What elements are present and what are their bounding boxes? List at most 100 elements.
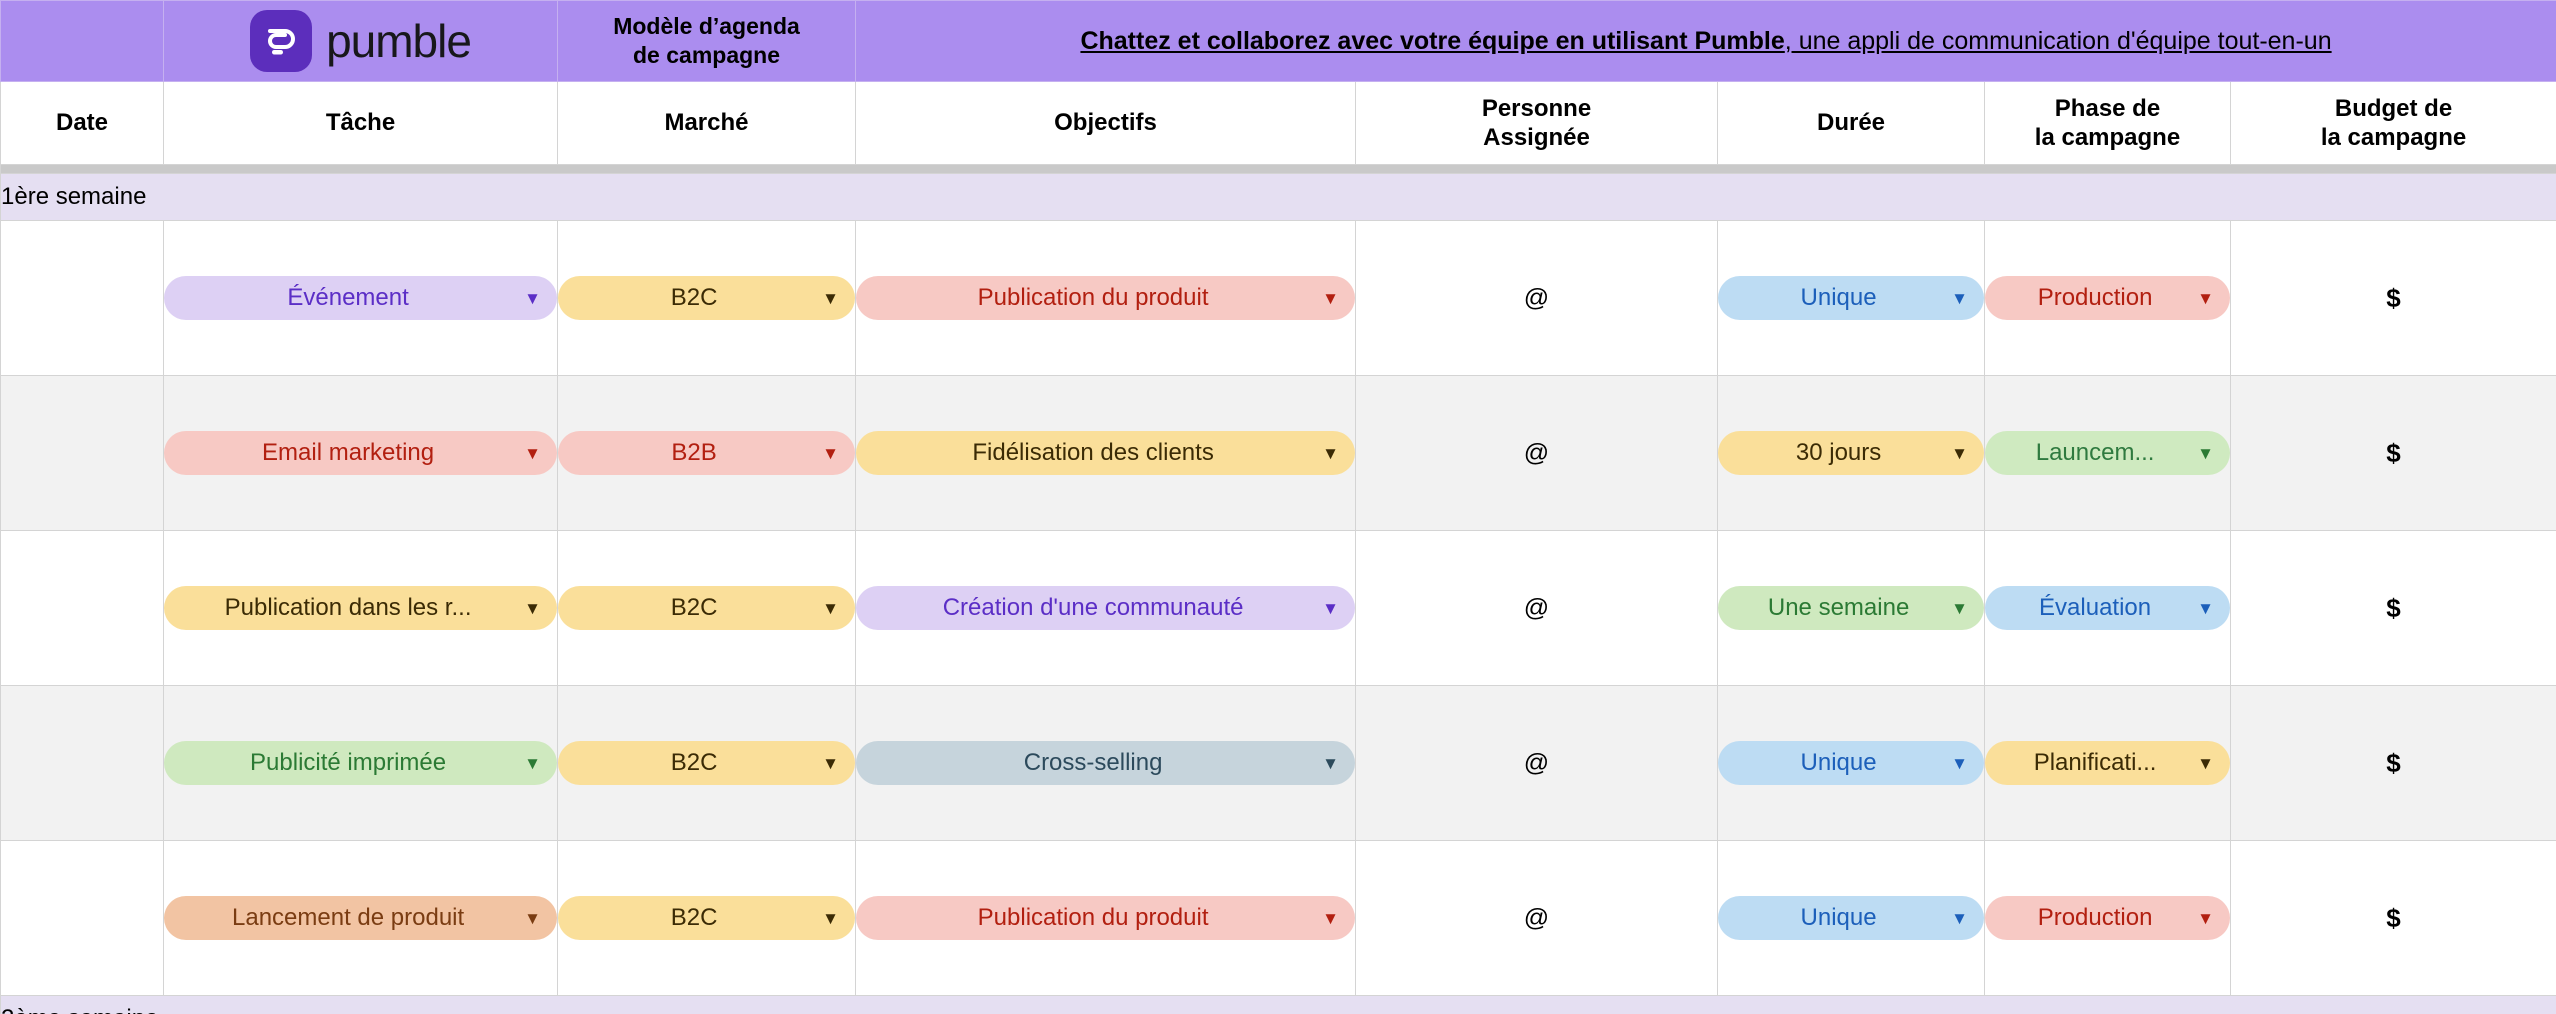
objective-cell[interactable]: Fidélisation des clients ▼ bbox=[855, 375, 1356, 531]
market-pill[interactable]: B2C ▼ bbox=[558, 276, 855, 320]
assignee-cell[interactable]: @ bbox=[1355, 685, 1718, 841]
table-row[interactable]: Publication dans les r... ▼ B2C ▼ Création d… bbox=[0, 530, 2556, 686]
table-row[interactable]: Lancement de produit ▼ B2C ▼ Publication du … bbox=[0, 840, 2556, 996]
market-pill[interactable]: B2C ▼ bbox=[558, 586, 855, 630]
objective-pill[interactable]: Publication du produit ▼ bbox=[856, 896, 1355, 940]
phase-pill[interactable]: Production ▼ bbox=[1985, 896, 2230, 940]
duration-pill[interactable]: 30 jours ▼ bbox=[1718, 431, 1984, 475]
table-row[interactable]: Événement ▼ B2C ▼ Publication du produit ▼ @ Un… bbox=[0, 220, 2556, 376]
market-pill[interactable]: B2C ▼ bbox=[558, 741, 855, 785]
column-header-3[interactable]: Marché bbox=[557, 81, 856, 165]
chevron-down-icon[interactable]: ▼ bbox=[1322, 600, 1339, 617]
duration-pill[interactable]: Unique ▼ bbox=[1718, 741, 1984, 785]
budget-cell[interactable]: $ bbox=[2229, 375, 2556, 531]
duration-cell[interactable]: 30 jours ▼ bbox=[1717, 375, 1985, 531]
objective-pill[interactable]: Publication du produit ▼ bbox=[856, 276, 1355, 320]
task-pill[interactable]: Publicité imprimée ▼ bbox=[164, 741, 557, 785]
date-cell[interactable] bbox=[0, 840, 164, 996]
budget-cell[interactable]: $ bbox=[2229, 685, 2556, 841]
duration-pill[interactable]: Une semaine ▼ bbox=[1718, 586, 1984, 630]
date-cell[interactable] bbox=[0, 220, 164, 376]
phase-cell[interactable]: Launcem... ▼ bbox=[1984, 375, 2231, 531]
objective-cell[interactable]: Cross-selling ▼ bbox=[855, 685, 1356, 841]
phase-cell[interactable]: Production ▼ bbox=[1984, 840, 2231, 996]
phase-pill[interactable]: Évaluation ▼ bbox=[1985, 586, 2230, 630]
assignee-cell[interactable]: @ bbox=[1355, 375, 1718, 531]
column-header-6[interactable]: Durée bbox=[1717, 81, 1985, 165]
budget-cell[interactable]: $ bbox=[2229, 840, 2556, 996]
chevron-down-icon[interactable]: ▼ bbox=[1951, 445, 1968, 462]
assignee-cell[interactable]: @ bbox=[1355, 840, 1718, 996]
table-row[interactable]: Publicité imprimée ▼ B2C ▼ Cross-selling ▼ @ Un… bbox=[0, 685, 2556, 841]
task-pill[interactable]: Lancement de produit ▼ bbox=[164, 896, 557, 940]
chevron-down-icon[interactable]: ▼ bbox=[2197, 755, 2214, 772]
task-pill[interactable]: Publication dans les r... ▼ bbox=[164, 586, 557, 630]
task-pill[interactable]: Événement ▼ bbox=[164, 276, 557, 320]
task-pill[interactable]: Email marketing ▼ bbox=[164, 431, 557, 475]
column-header-8[interactable]: Budget de la campagne bbox=[2229, 81, 2556, 165]
chevron-down-icon[interactable]: ▼ bbox=[524, 445, 541, 462]
budget-cell[interactable]: $ bbox=[2229, 220, 2556, 376]
market-cell[interactable]: B2C ▼ bbox=[557, 220, 856, 376]
market-cell[interactable]: B2C ▼ bbox=[557, 840, 856, 996]
chevron-down-icon[interactable]: ▼ bbox=[524, 600, 541, 617]
chevron-down-icon[interactable]: ▼ bbox=[822, 910, 839, 927]
phase-pill[interactable]: Launcem... ▼ bbox=[1985, 431, 2230, 475]
chevron-down-icon[interactable]: ▼ bbox=[1322, 910, 1339, 927]
chevron-down-icon[interactable]: ▼ bbox=[822, 755, 839, 772]
objective-cell[interactable]: Publication du produit ▼ bbox=[855, 220, 1356, 376]
chevron-down-icon[interactable]: ▼ bbox=[822, 290, 839, 307]
duration-pill[interactable]: Unique ▼ bbox=[1718, 276, 1984, 320]
objective-pill[interactable]: Cross-selling ▼ bbox=[856, 741, 1355, 785]
assignee-cell[interactable]: @ bbox=[1355, 530, 1718, 686]
chevron-down-icon[interactable]: ▼ bbox=[1951, 910, 1968, 927]
chevron-down-icon[interactable]: ▼ bbox=[1322, 290, 1339, 307]
column-header-2[interactable]: Tâche bbox=[163, 81, 558, 165]
chevron-down-icon[interactable]: ▼ bbox=[822, 445, 839, 462]
objective-cell[interactable]: Création d'une communauté ▼ bbox=[855, 530, 1356, 686]
market-pill[interactable]: B2C ▼ bbox=[558, 896, 855, 940]
chevron-down-icon[interactable]: ▼ bbox=[1951, 290, 1968, 307]
chevron-down-icon[interactable]: ▼ bbox=[2197, 445, 2214, 462]
chevron-down-icon[interactable]: ▼ bbox=[1322, 445, 1339, 462]
duration-cell[interactable]: Une semaine ▼ bbox=[1717, 530, 1985, 686]
chevron-down-icon[interactable]: ▼ bbox=[1951, 600, 1968, 617]
phase-cell[interactable]: Évaluation ▼ bbox=[1984, 530, 2231, 686]
market-cell[interactable]: B2B ▼ bbox=[557, 375, 856, 531]
date-cell[interactable] bbox=[0, 685, 164, 841]
table-row[interactable]: Email marketing ▼ B2B ▼ Fidélisation des cli… bbox=[0, 375, 2556, 531]
phase-pill[interactable]: Planificati... ▼ bbox=[1985, 741, 2230, 785]
task-cell[interactable]: Événement ▼ bbox=[163, 220, 558, 376]
promo-link[interactable]: Chattez et collaborez avec votre équipe … bbox=[854, 0, 2556, 82]
column-header-1[interactable]: Date bbox=[0, 81, 164, 165]
column-header-7[interactable]: Phase de la campagne bbox=[1984, 81, 2231, 165]
phase-cell[interactable]: Planificati... ▼ bbox=[1984, 685, 2231, 841]
task-cell[interactable]: Publicité imprimée ▼ bbox=[163, 685, 558, 841]
chevron-down-icon[interactable]: ▼ bbox=[2197, 600, 2214, 617]
market-cell[interactable]: B2C ▼ bbox=[557, 530, 856, 686]
date-cell[interactable] bbox=[0, 375, 164, 531]
chevron-down-icon[interactable]: ▼ bbox=[524, 755, 541, 772]
chevron-down-icon[interactable]: ▼ bbox=[524, 290, 541, 307]
market-cell[interactable]: B2C ▼ bbox=[557, 685, 856, 841]
column-header-5[interactable]: Personne Assignée bbox=[1355, 81, 1718, 165]
task-cell[interactable]: Email marketing ▼ bbox=[163, 375, 558, 531]
chevron-down-icon[interactable]: ▼ bbox=[822, 600, 839, 617]
objective-pill[interactable]: Fidélisation des clients ▼ bbox=[856, 431, 1355, 475]
market-pill[interactable]: B2B ▼ bbox=[558, 431, 855, 475]
chevron-down-icon[interactable]: ▼ bbox=[1322, 755, 1339, 772]
assignee-cell[interactable]: @ bbox=[1355, 220, 1718, 376]
week-group-row[interactable]: 2ème semaine bbox=[0, 995, 2556, 1014]
promo-link-tail[interactable]: , une appli de communication d'équipe to… bbox=[1785, 27, 2332, 55]
chevron-down-icon[interactable]: ▼ bbox=[524, 910, 541, 927]
objective-pill[interactable]: Création d'une communauté ▼ bbox=[856, 586, 1355, 630]
objective-cell[interactable]: Publication du produit ▼ bbox=[855, 840, 1356, 996]
phase-cell[interactable]: Production ▼ bbox=[1984, 220, 2231, 376]
promo-link-lead[interactable]: Chattez et collaborez avec votre équipe … bbox=[1080, 27, 1784, 55]
chevron-down-icon[interactable]: ▼ bbox=[2197, 910, 2214, 927]
duration-cell[interactable]: Unique ▼ bbox=[1717, 840, 1985, 996]
chevron-down-icon[interactable]: ▼ bbox=[1951, 755, 1968, 772]
date-cell[interactable] bbox=[0, 530, 164, 686]
duration-cell[interactable]: Unique ▼ bbox=[1717, 220, 1985, 376]
phase-pill[interactable]: Production ▼ bbox=[1985, 276, 2230, 320]
